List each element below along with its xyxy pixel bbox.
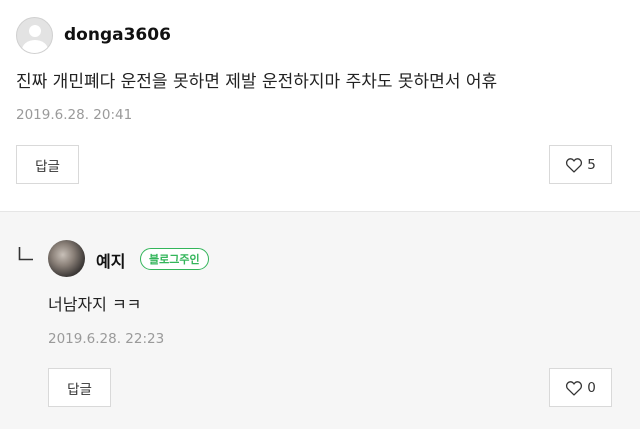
comment-timestamp: 2019.6.28. 20:41	[16, 107, 133, 123]
comment-text: 진짜 개민폐다 운전을 못하면 제발 운전하지마 주차도 못하면서 어휴	[16, 72, 498, 92]
reply-username[interactable]: 예지	[96, 248, 125, 272]
like-button[interactable]: 0	[549, 368, 612, 407]
comment-username[interactable]: donga3606	[64, 25, 171, 45]
reply-button[interactable]: 답글	[16, 145, 79, 184]
comment-item: donga3606 진짜 개민폐다 운전을 못하면 제발 운전하지마 주차도 못…	[0, 0, 640, 211]
reply-timestamp: 2019.6.28. 22:23	[48, 331, 165, 347]
reply-button[interactable]: 답글	[48, 368, 111, 407]
like-count: 0	[587, 379, 596, 396]
default-user-avatar-icon[interactable]	[16, 17, 53, 54]
heart-icon	[566, 157, 583, 173]
comments-page: donga3606 진짜 개민폐다 운전을 못하면 제발 운전하지마 주차도 못…	[0, 0, 640, 429]
reply-item: 예지 블로그주인 너남자지 ㅋㅋ 2019.6.28. 22:23 답글 0	[0, 212, 640, 429]
blog-owner-badge: 블로그주인	[140, 248, 209, 270]
reply-button-label: 답글	[67, 381, 92, 398]
heart-icon	[566, 380, 583, 396]
like-button[interactable]: 5	[549, 145, 612, 184]
reply-arrow-icon	[18, 247, 33, 261]
like-count: 5	[587, 156, 596, 173]
user-photo-avatar[interactable]	[48, 240, 85, 277]
reply-text: 너남자지 ㅋㅋ	[48, 295, 142, 314]
reply-button-label: 답글	[35, 158, 60, 175]
